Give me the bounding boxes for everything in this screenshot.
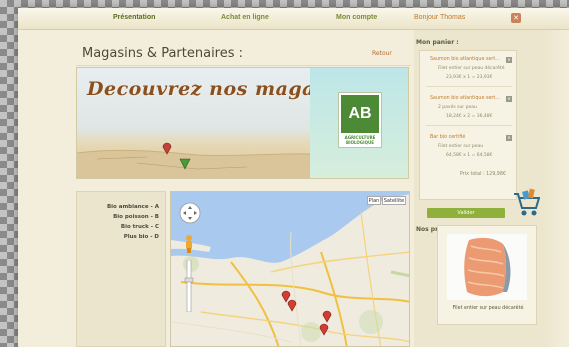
- ab-organic-logo: AB AGRICULTURE BIOLOGIQUE: [338, 92, 382, 148]
- cart-item-price: 64,58€ x 1 = 64,58€: [446, 153, 493, 158]
- map-type-satellite-button[interactable]: Satellite: [382, 196, 406, 205]
- zoom-slider[interactable]: [184, 260, 194, 312]
- close-icon[interactable]: ✕: [511, 13, 521, 23]
- top-nav: Présentation Achat en ligne Mon compte B…: [18, 8, 569, 30]
- shopping-cart-icon[interactable]: [512, 188, 540, 218]
- ab-logo-mark: AB: [341, 95, 379, 133]
- cart-divider: [426, 86, 512, 87]
- page-title: Magasins & Partenaires :: [82, 46, 244, 61]
- title-divider: [76, 65, 411, 66]
- back-link[interactable]: Retour: [372, 50, 392, 57]
- shop-item[interactable]: Plus bio - D: [124, 234, 159, 240]
- remove-item-icon[interactable]: ✕: [506, 57, 512, 63]
- page: Présentation Achat en ligne Mon compte B…: [18, 8, 569, 347]
- product-card[interactable]: Filet entier sur peau décarêté: [437, 225, 537, 325]
- validate-cart-button[interactable]: Valider: [427, 208, 505, 218]
- right-fade-overlay: [545, 30, 569, 347]
- cart-item-name[interactable]: Saumon bio atlantique sert...: [430, 96, 500, 101]
- remove-item-icon[interactable]: ✕: [506, 135, 512, 141]
- cart-box: Saumon bio atlantique sert... ✕ Filet en…: [419, 50, 517, 200]
- nav-my-account[interactable]: Mon compte: [336, 14, 377, 21]
- shop-list: Bio ambiance - A Bio poisson - B Bio tru…: [76, 191, 166, 347]
- store-pin-icon[interactable]: [162, 141, 172, 155]
- coast-map-illustration: [77, 149, 310, 178]
- cart-item-price: 23,93€ x 1 = 23,93€: [446, 75, 493, 80]
- cart-item-name[interactable]: Bar bio certifié: [430, 135, 465, 140]
- ab-logo-caption: AGRICULTURE BIOLOGIQUE: [344, 135, 376, 145]
- map-type-plan-button[interactable]: Plan: [367, 196, 381, 205]
- cart-item-price: 18,24€ x 2 = 36,48€: [446, 114, 493, 119]
- cart-item-desc: 2 pavés sur peau: [438, 105, 477, 110]
- cart-total: Prix total : 129,98€: [460, 172, 506, 177]
- cart-heading: Mon panier :: [416, 39, 459, 46]
- nav-presentation[interactable]: Présentation: [113, 14, 155, 21]
- map-marker-icon[interactable]: [287, 298, 297, 312]
- store-pin-green-icon[interactable]: [179, 156, 191, 170]
- product-name[interactable]: Filet entier sur peau décarêté: [444, 305, 532, 312]
- pan-control-icon[interactable]: [179, 202, 201, 224]
- google-map[interactable]: Plan Satellite: [170, 191, 410, 347]
- cart-item-name[interactable]: Saumon bio atlantique sert...: [430, 57, 500, 62]
- shop-item[interactable]: Bio poisson - B: [113, 214, 159, 220]
- cart-divider: [426, 125, 512, 126]
- user-greeting: Bonjour Thomas: [414, 14, 466, 21]
- remove-item-icon[interactable]: ✕: [506, 96, 512, 102]
- map-marker-icon[interactable]: [319, 322, 329, 336]
- nav-shop-online[interactable]: Achat en ligne: [221, 14, 269, 21]
- stores-banner: Decouvrez nos magasins AB AGRICULTURE BI…: [76, 67, 409, 179]
- cart-item-desc: Filet entier sur peau: [438, 144, 484, 149]
- product-image[interactable]: [447, 234, 527, 300]
- street-view-pegman-icon[interactable]: [184, 234, 194, 254]
- banner-logo-panel: AB AGRICULTURE BIOLOGIQUE: [310, 68, 408, 178]
- salmon-fillet-image: [447, 234, 527, 300]
- cart-item-desc: Filet entier sur peau décarêté: [438, 66, 505, 71]
- map-canvas[interactable]: [171, 192, 410, 347]
- shop-item[interactable]: Bio truck - C: [121, 224, 159, 230]
- shop-item[interactable]: Bio ambiance - A: [107, 204, 159, 210]
- map-marker-icon[interactable]: [322, 309, 332, 323]
